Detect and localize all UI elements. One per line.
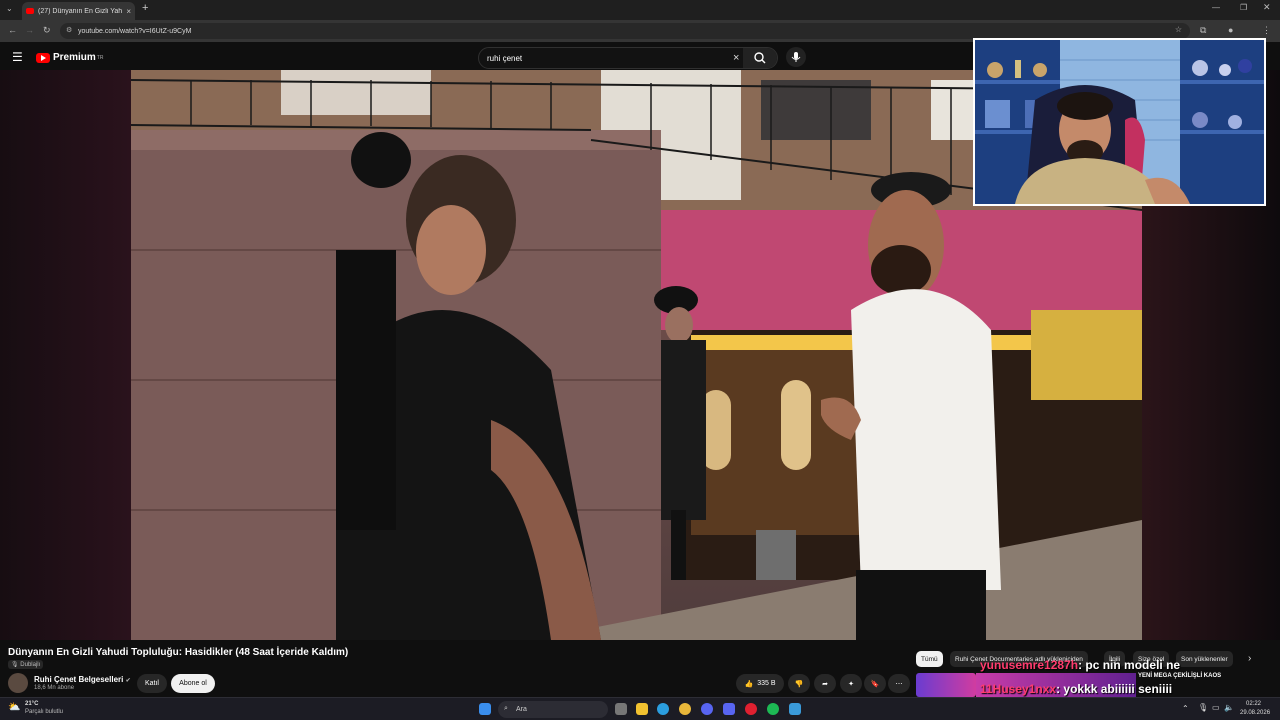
extensions-icon[interactable]: ⧉	[1200, 25, 1206, 36]
voice-search-button[interactable]	[786, 47, 806, 67]
streamer-webcam-overlay	[973, 38, 1266, 206]
network-icon[interactable]: ▭	[1212, 703, 1220, 712]
weather-temp: 21°C	[25, 701, 39, 707]
clock-time[interactable]: 02:22	[1246, 701, 1261, 707]
dislike-button[interactable]: 👎	[788, 674, 810, 693]
verified-icon: ✔	[125, 678, 131, 684]
browser-tab[interactable]: (27) Dünyanın En Gizli Yahudi T... ×	[22, 2, 135, 20]
webcam-scene-illustration	[975, 40, 1264, 204]
like-count: 335 B	[757, 680, 776, 687]
windows-taskbar: ⛅ 21°C Parçalı bulutlu ⌕ Ara ⌃ 🎙 ▭ 🔈 02:…	[0, 697, 1280, 720]
back-icon[interactable]: ←	[8, 25, 17, 35]
spotify-icon[interactable]	[767, 703, 779, 715]
channel-avatar[interactable]	[8, 673, 28, 693]
youtube-logo[interactable]: Premium TR	[36, 52, 103, 63]
discord-icon[interactable]	[723, 703, 735, 715]
volume-icon[interactable]: 🔈	[1224, 703, 1234, 712]
minimize-icon[interactable]: —	[1212, 3, 1220, 12]
task-view-icon[interactable]	[615, 703, 627, 715]
chat-user: yunusemre1287h	[980, 658, 1079, 672]
microphone-icon	[791, 52, 801, 62]
logo-text: Premium	[53, 52, 96, 63]
clock-date[interactable]: 29.08.2026	[1240, 710, 1270, 716]
join-button[interactable]: Katıl	[137, 674, 167, 693]
chat-message-2: 11Husey1nxx: yokkk abiiiiii seniiii	[980, 682, 1172, 696]
more-actions-button[interactable]: ⋯	[888, 674, 910, 693]
reload-icon[interactable]: ↻	[43, 25, 51, 36]
filter-chip-all[interactable]: Tümü	[916, 651, 943, 667]
bookmark-icon: 🔖	[870, 680, 880, 688]
share-button[interactable]: ➦	[814, 674, 836, 693]
microphone-tray-icon[interactable]: 🎙	[1198, 703, 1208, 712]
weather-desc: Parçalı bulutlu	[25, 709, 64, 715]
video-letterbox-left	[0, 70, 131, 640]
tray-overflow-icon[interactable]: ⌃	[1182, 704, 1189, 713]
new-tab-icon[interactable]: +	[142, 2, 148, 14]
app-icon-1[interactable]	[701, 703, 713, 715]
search-input[interactable]: ruhi çenet	[487, 54, 522, 63]
url-field[interactable]: ⚙ youtube.com/watch?v=I6UtZ-u9CyM ☆	[60, 23, 1190, 39]
video-title: Dünyanın En Gizli Yahudi Topluluğu: Hasi…	[8, 647, 349, 658]
dubbed-label: Dublajlı	[20, 662, 41, 668]
youtube-favicon-icon	[26, 8, 34, 14]
search-icon	[754, 52, 766, 64]
close-window-icon[interactable]: ✕	[1263, 2, 1271, 13]
weather-icon: ⛅	[8, 702, 21, 713]
dubbed-icon: 🎙	[11, 662, 19, 668]
thumbs-up-icon: 👍	[744, 680, 754, 688]
taskbar-search-placeholder: Ara	[516, 706, 527, 713]
subscribe-button[interactable]: Abone ol	[171, 674, 215, 693]
forward-icon[interactable]: →	[25, 25, 34, 35]
app-icon-2[interactable]	[789, 703, 801, 715]
opera-icon[interactable]	[745, 703, 757, 715]
windows-start-icon[interactable]	[479, 703, 491, 715]
chat-user: 11Husey1nxx	[980, 682, 1057, 696]
thumbs-down-icon: 👎	[794, 680, 804, 688]
hamburger-menu-icon[interactable]: ☰	[12, 50, 23, 64]
search-box[interactable]: ruhi çenet ×	[478, 47, 778, 69]
ask-ai-button[interactable]: ✦	[840, 674, 862, 693]
chat-message-1: yunusemre1287h: pc nin modeli ne	[980, 658, 1180, 672]
taskbar-search[interactable]: ⌕ Ara	[498, 701, 608, 718]
clear-search-icon[interactable]: ×	[733, 52, 739, 64]
maximize-icon[interactable]: ❐	[1240, 3, 1247, 12]
like-button[interactable]: 👍 335 B	[736, 674, 784, 693]
recommended-thumbnail[interactable]	[916, 673, 976, 697]
profile-icon[interactable]: ●	[1228, 25, 1233, 35]
chips-next-icon[interactable]: ›	[1248, 653, 1251, 664]
file-explorer-icon[interactable]	[636, 703, 648, 715]
url-text: youtube.com/watch?v=I6UtZ-u9CyM	[78, 27, 192, 35]
save-button[interactable]: 🔖	[864, 674, 886, 693]
chat-text: : pc nin modeli ne	[1078, 658, 1181, 672]
browser-tab-bar: ⌄ (27) Dünyanın En Gizli Yahudi T... × +…	[0, 0, 1280, 20]
share-icon: ➦	[822, 680, 828, 688]
bookmark-star-icon[interactable]: ☆	[1175, 25, 1182, 34]
edge-icon[interactable]	[657, 703, 669, 715]
tab-menu-icon[interactable]: ⌄	[6, 4, 13, 13]
sparkle-icon: ✦	[848, 680, 854, 688]
close-tab-icon[interactable]: ×	[126, 7, 131, 16]
site-info-icon[interactable]: ⚙	[66, 26, 72, 34]
chrome-icon[interactable]	[679, 703, 691, 715]
giveaway-banner-text: YENİ MEGA ÇEKİLİŞLİ KAOS	[1138, 673, 1222, 679]
subscriber-count: 18,6 Mn abone	[34, 685, 75, 691]
more-icon: ⋯	[895, 680, 903, 688]
logo-region: TR	[96, 54, 104, 61]
dubbed-badge: 🎙 Dublajlı	[8, 660, 44, 669]
youtube-play-icon	[36, 52, 50, 63]
chat-text: : yokkk abiiiiii seniiii	[1056, 682, 1173, 696]
channel-name[interactable]: Ruhi Çenet Belgeselleri ✔	[34, 675, 131, 684]
channel-name-text: Ruhi Çenet Belgeselleri	[34, 675, 124, 684]
search-icon: ⌕	[504, 705, 508, 712]
browser-menu-icon[interactable]: ⋮	[1262, 25, 1271, 36]
filter-chip-recent[interactable]: Son yüklenenler	[1176, 651, 1233, 667]
search-button[interactable]	[743, 48, 777, 68]
tab-title: (27) Dünyanın En Gizli Yahudi T...	[38, 7, 123, 15]
